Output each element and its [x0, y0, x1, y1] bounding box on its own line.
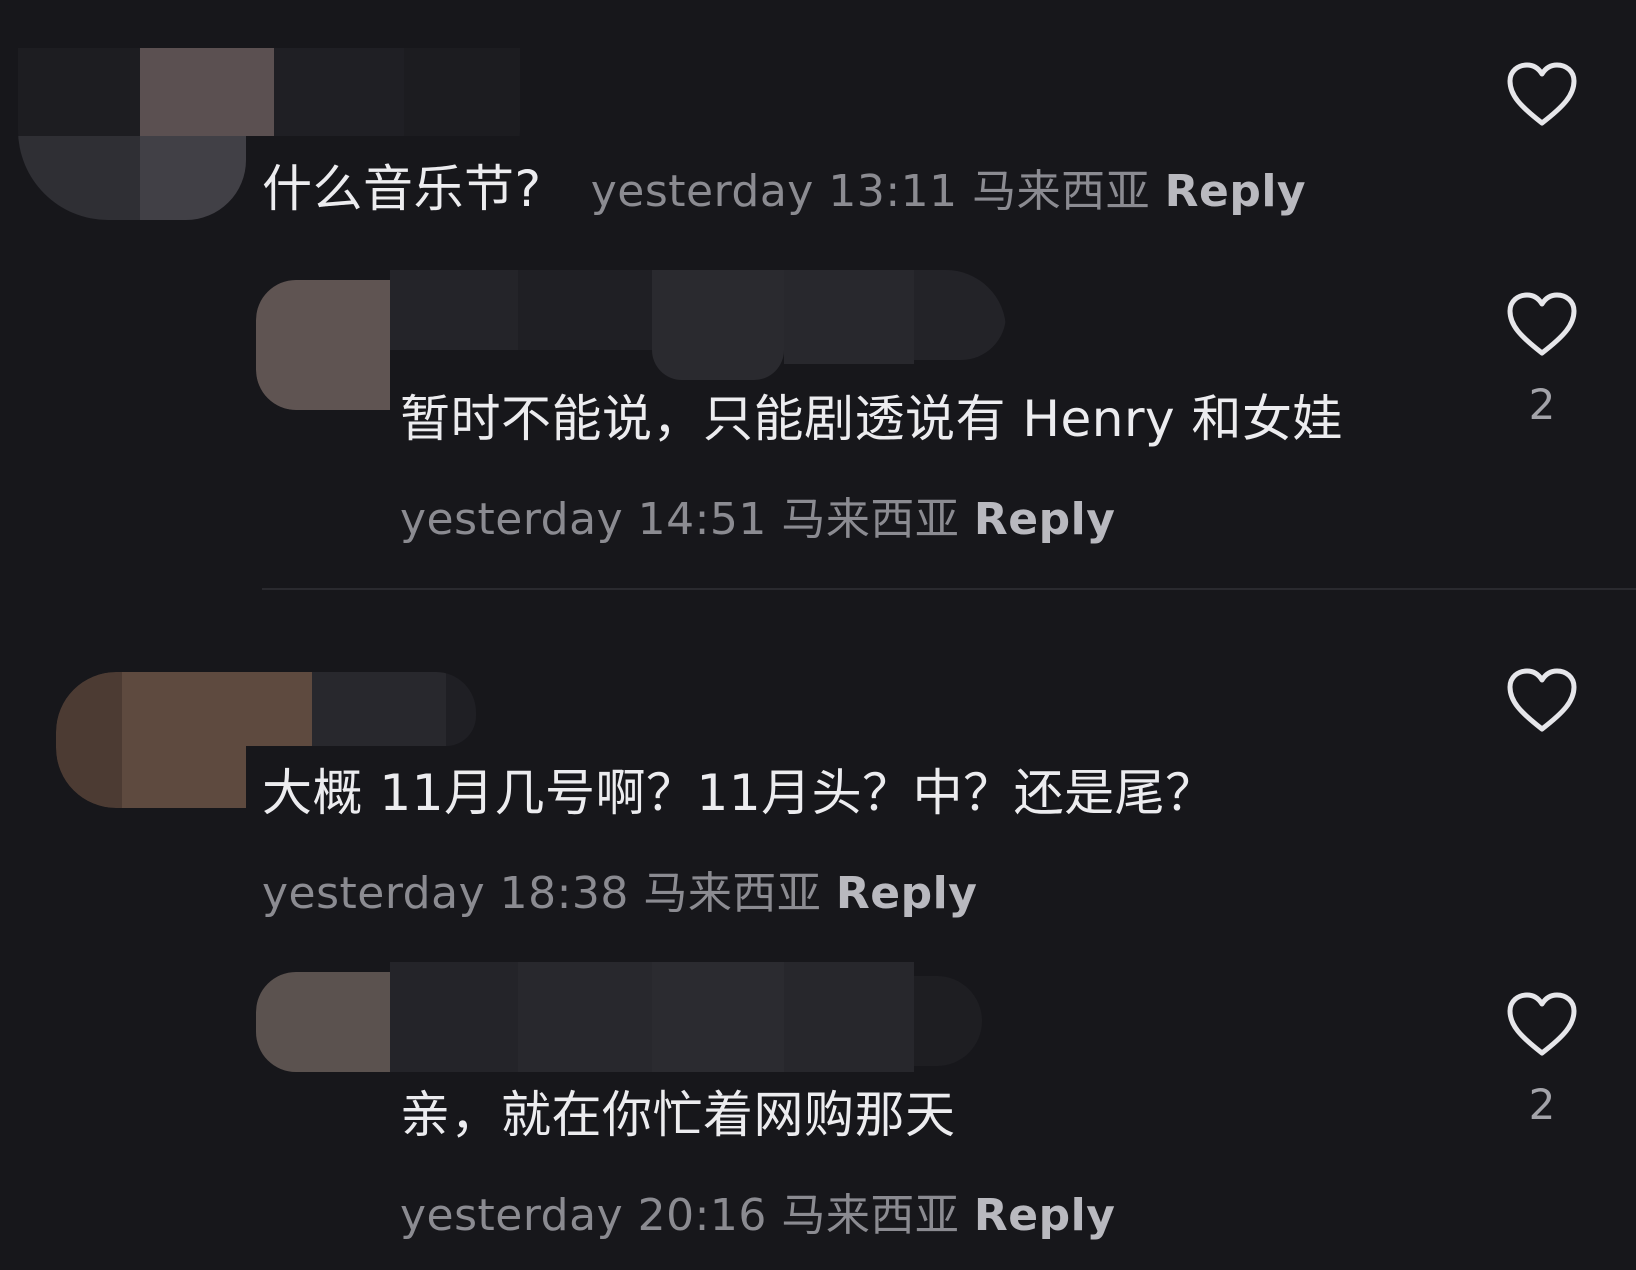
heart-outline-icon — [1507, 992, 1577, 1056]
comment-body: 亲，就在你忙着网购那天 — [400, 1066, 1400, 1164]
comment-location: 马来西亚 — [972, 166, 1151, 217]
comment-time: yesterday 20:16 — [400, 1190, 767, 1241]
comment-meta: yesterday 13:11 马来西亚 Reply — [591, 166, 1306, 217]
comment-meta: yesterday 18:38 马来西亚 Reply — [262, 842, 1412, 943]
comment-time: yesterday 13:11 — [590, 166, 958, 217]
heart-outline-icon — [1507, 62, 1577, 126]
reply-button[interactable]: Reply — [974, 494, 1115, 545]
comment-body: 大概 11月几号啊？11月头？中？还是尾？ — [262, 744, 1412, 842]
divider — [262, 588, 1636, 590]
reply-button[interactable]: Reply — [974, 1190, 1115, 1241]
like-button[interactable] — [1504, 668, 1580, 734]
comment-body: 暂时不能说，只能剧透说有 Henry 和女娃 yesterday 14:51 马… — [400, 370, 1400, 569]
comment-text: 亲，就在你忙着网购那天 — [400, 1086, 956, 1144]
like-button[interactable] — [1504, 62, 1580, 128]
comment-location: 马来西亚 — [643, 868, 822, 919]
comment-location: 马来西亚 — [781, 1190, 960, 1241]
comment-meta: yesterday 20:16 马来西亚 Reply — [400, 1164, 1400, 1265]
like-button[interactable]: 2 — [1504, 992, 1580, 1129]
comment-time: yesterday 18:38 — [262, 868, 629, 919]
comment-text: 大概 11月几号啊？11月头？中？还是尾？ — [262, 764, 1216, 822]
comment-meta: yesterday 14:51 马来西亚 Reply — [400, 494, 1115, 545]
like-count: 2 — [1528, 1080, 1556, 1129]
like-count: 2 — [1528, 380, 1556, 429]
comment-text: 暂时不能说，只能剧透说有 Henry 和女娃 — [400, 390, 1343, 448]
comment-text: 什么音乐节? — [262, 160, 542, 218]
comment-time: yesterday 14:51 — [400, 494, 767, 545]
reply-button[interactable]: Reply — [1165, 166, 1306, 217]
comment-body: 什么音乐节? yesterday 13:11 马来西亚 Reply — [262, 140, 1412, 241]
heart-outline-icon — [1507, 292, 1577, 356]
comment-location: 马来西亚 — [781, 494, 960, 545]
like-button[interactable]: 2 — [1504, 292, 1580, 429]
reply-button[interactable]: Reply — [836, 868, 977, 919]
avatar[interactable] — [256, 962, 982, 1072]
heart-outline-icon — [1507, 668, 1577, 732]
